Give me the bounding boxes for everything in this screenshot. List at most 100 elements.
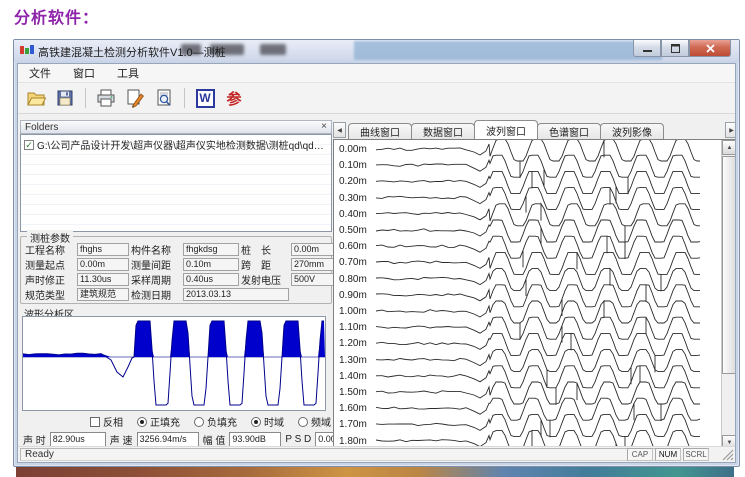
- param-label: 检测日期: [131, 287, 181, 302]
- fill-negative-radio[interactable]: 负填充: [194, 414, 237, 429]
- close-button[interactable]: [689, 40, 731, 57]
- freq-domain-radio[interactable]: 频域: [298, 414, 331, 429]
- folders-list: ✓ G:\公司产品设计开发\超声仪器\超声仪实地检测数据\测桩qd\qd03\q…: [20, 134, 332, 232]
- depth-label: 1.40m: [339, 371, 375, 382]
- maximize-button[interactable]: [661, 40, 689, 57]
- param-value: fhghs: [77, 243, 129, 256]
- wavetrain-area[interactable]: 0.00m0.10m0.20m0.30m0.40m0.50m0.60m0.70m…: [333, 139, 736, 451]
- wave-row: [376, 317, 700, 342]
- wave-row: [376, 350, 700, 387]
- radio-icon[interactable]: [194, 417, 204, 427]
- sound-velocity-field[interactable]: 3256.94m/s: [137, 432, 199, 447]
- status-bar: Ready CAP NUM SCRL: [18, 446, 735, 462]
- scroll-up-icon[interactable]: ▲: [722, 140, 736, 155]
- psd-label: P S D: [285, 434, 311, 445]
- checkbox-checked-icon[interactable]: ✓: [24, 140, 34, 150]
- client-area: 文件 窗口 工具: [17, 63, 736, 463]
- radio-icon[interactable]: [137, 417, 147, 427]
- param-label: 规范类型: [25, 287, 75, 302]
- radio-icon[interactable]: [251, 417, 261, 427]
- depth-label: 0.90m: [339, 290, 375, 301]
- checkbox-icon[interactable]: [90, 417, 100, 427]
- param-value: fhgkdsg: [183, 243, 239, 256]
- amplitude-field[interactable]: 93.90dB: [229, 432, 281, 447]
- export-button[interactable]: [123, 86, 147, 110]
- fill-negative-label: 负填充: [207, 414, 237, 429]
- wave-row: [376, 285, 700, 316]
- sound-time-field[interactable]: 82.90us: [50, 432, 106, 447]
- titlebar-smudge: [260, 44, 286, 55]
- folder-item-path: G:\公司产品设计开发\超声仪器\超声仪实地检测数据\测桩qd\qd03\qd0…: [37, 137, 328, 152]
- status-text: Ready: [20, 448, 660, 461]
- depth-label: 1.00m: [339, 306, 375, 317]
- tab-spectrum-window[interactable]: 色谱窗口: [537, 123, 601, 139]
- menubar: 文件 窗口 工具: [18, 64, 735, 83]
- open-button[interactable]: [24, 86, 48, 110]
- wave-row: [376, 414, 700, 450]
- depth-label: 0.50m: [339, 225, 375, 236]
- save-icon: [55, 88, 75, 108]
- app-window: 高铁建混凝土检测分析软件V1.0—测桩 文件 窗口 工具: [13, 39, 740, 467]
- invert-checkbox[interactable]: 反相: [90, 414, 123, 429]
- time-domain-radio[interactable]: 时域: [251, 414, 284, 429]
- waveform-analysis-box[interactable]: [22, 316, 326, 411]
- folder-item[interactable]: ✓ G:\公司产品设计开发\超声仪器\超声仪实地检测数据\测桩qd\qd03\q…: [24, 137, 328, 152]
- param-label: 桩 长: [241, 242, 289, 257]
- depth-label: 1.30m: [339, 355, 375, 366]
- param-label: 构件名称: [131, 242, 181, 257]
- tab-scroll-left-icon[interactable]: ◀: [333, 122, 346, 138]
- waveform-controls: 反相 正填充 负填充 时域 频域: [90, 414, 331, 429]
- tab-wavetrain-window[interactable]: 波列窗口: [474, 120, 538, 139]
- radio-icon[interactable]: [298, 417, 308, 427]
- depth-label: 0.30m: [339, 193, 375, 204]
- resize-grip-icon[interactable]: [722, 449, 734, 461]
- param-value standard-type-combo[interactable]: 建筑规范: [77, 288, 129, 301]
- scrl-indicator: SCRL: [683, 448, 709, 461]
- param-label: 采样周期: [131, 272, 181, 287]
- num-indicator: NUM: [655, 448, 681, 461]
- param-value: 2013.03.13: [183, 288, 289, 301]
- right-panel: ◀ 曲线窗口 数据窗口 波列窗口 色谱窗口 波列影像 ▶ 0.00m0.10m0…: [333, 120, 736, 451]
- menu-window[interactable]: 窗口: [70, 64, 98, 82]
- vertical-scrollbar: ▲ ▼: [721, 140, 736, 450]
- tabs: 曲线窗口 数据窗口 波列窗口 色谱窗口 波列影像: [348, 120, 663, 139]
- fill-positive-radio[interactable]: 正填充: [137, 414, 180, 429]
- folders-close-icon[interactable]: ×: [321, 122, 327, 132]
- word-button[interactable]: W: [193, 86, 217, 110]
- print-button[interactable]: [94, 86, 118, 110]
- tab-scroll-right-icon[interactable]: ▶: [725, 122, 736, 138]
- depth-label: 0.70m: [339, 257, 375, 268]
- positive-fill: [23, 321, 325, 357]
- menu-file[interactable]: 文件: [26, 64, 54, 82]
- folders-panel-header[interactable]: Folders ×: [20, 120, 332, 134]
- page-heading: 分析软件：: [14, 4, 99, 28]
- fill-positive-label: 正填充: [150, 414, 180, 429]
- titlebar[interactable]: 高铁建混凝土检测分析软件V1.0—测桩: [14, 40, 739, 61]
- menu-tools[interactable]: 工具: [114, 64, 142, 82]
- save-button[interactable]: [53, 86, 77, 110]
- tab-curve-window[interactable]: 曲线窗口: [348, 123, 412, 139]
- tab-data-window[interactable]: 数据窗口: [411, 123, 475, 139]
- param-label: 声时修正: [25, 272, 75, 287]
- preview-button[interactable]: [152, 86, 176, 110]
- param-label: 测量间距: [131, 257, 181, 272]
- scrollbar-thumb[interactable]: [722, 156, 736, 374]
- depth-label: 1.80m: [339, 436, 375, 447]
- minimize-button[interactable]: [633, 40, 661, 57]
- wave-row: [376, 236, 700, 267]
- analysis-waveform: [23, 317, 325, 410]
- tab-wavetrain-image[interactable]: 波列影像: [600, 123, 664, 139]
- param-label: 跨 距: [241, 257, 289, 272]
- word-icon: W: [196, 89, 215, 108]
- close-icon: [706, 44, 715, 53]
- freq-domain-label: 频域: [311, 414, 331, 429]
- sound-time-label: 声 时: [23, 432, 46, 447]
- app-icon: [20, 45, 34, 56]
- pile-params-grid: 工程名称 fhghs 构件名称 fhgkdsg 桩 长 0.00m 测量起点 0…: [25, 242, 329, 302]
- params-button[interactable]: 参: [222, 86, 246, 110]
- minimize-icon: [643, 44, 652, 53]
- status-indicators: CAP NUM SCRL: [627, 448, 709, 461]
- depth-label: 1.10m: [339, 322, 375, 333]
- params-icon: 参: [226, 88, 241, 109]
- printer-icon: [96, 88, 116, 108]
